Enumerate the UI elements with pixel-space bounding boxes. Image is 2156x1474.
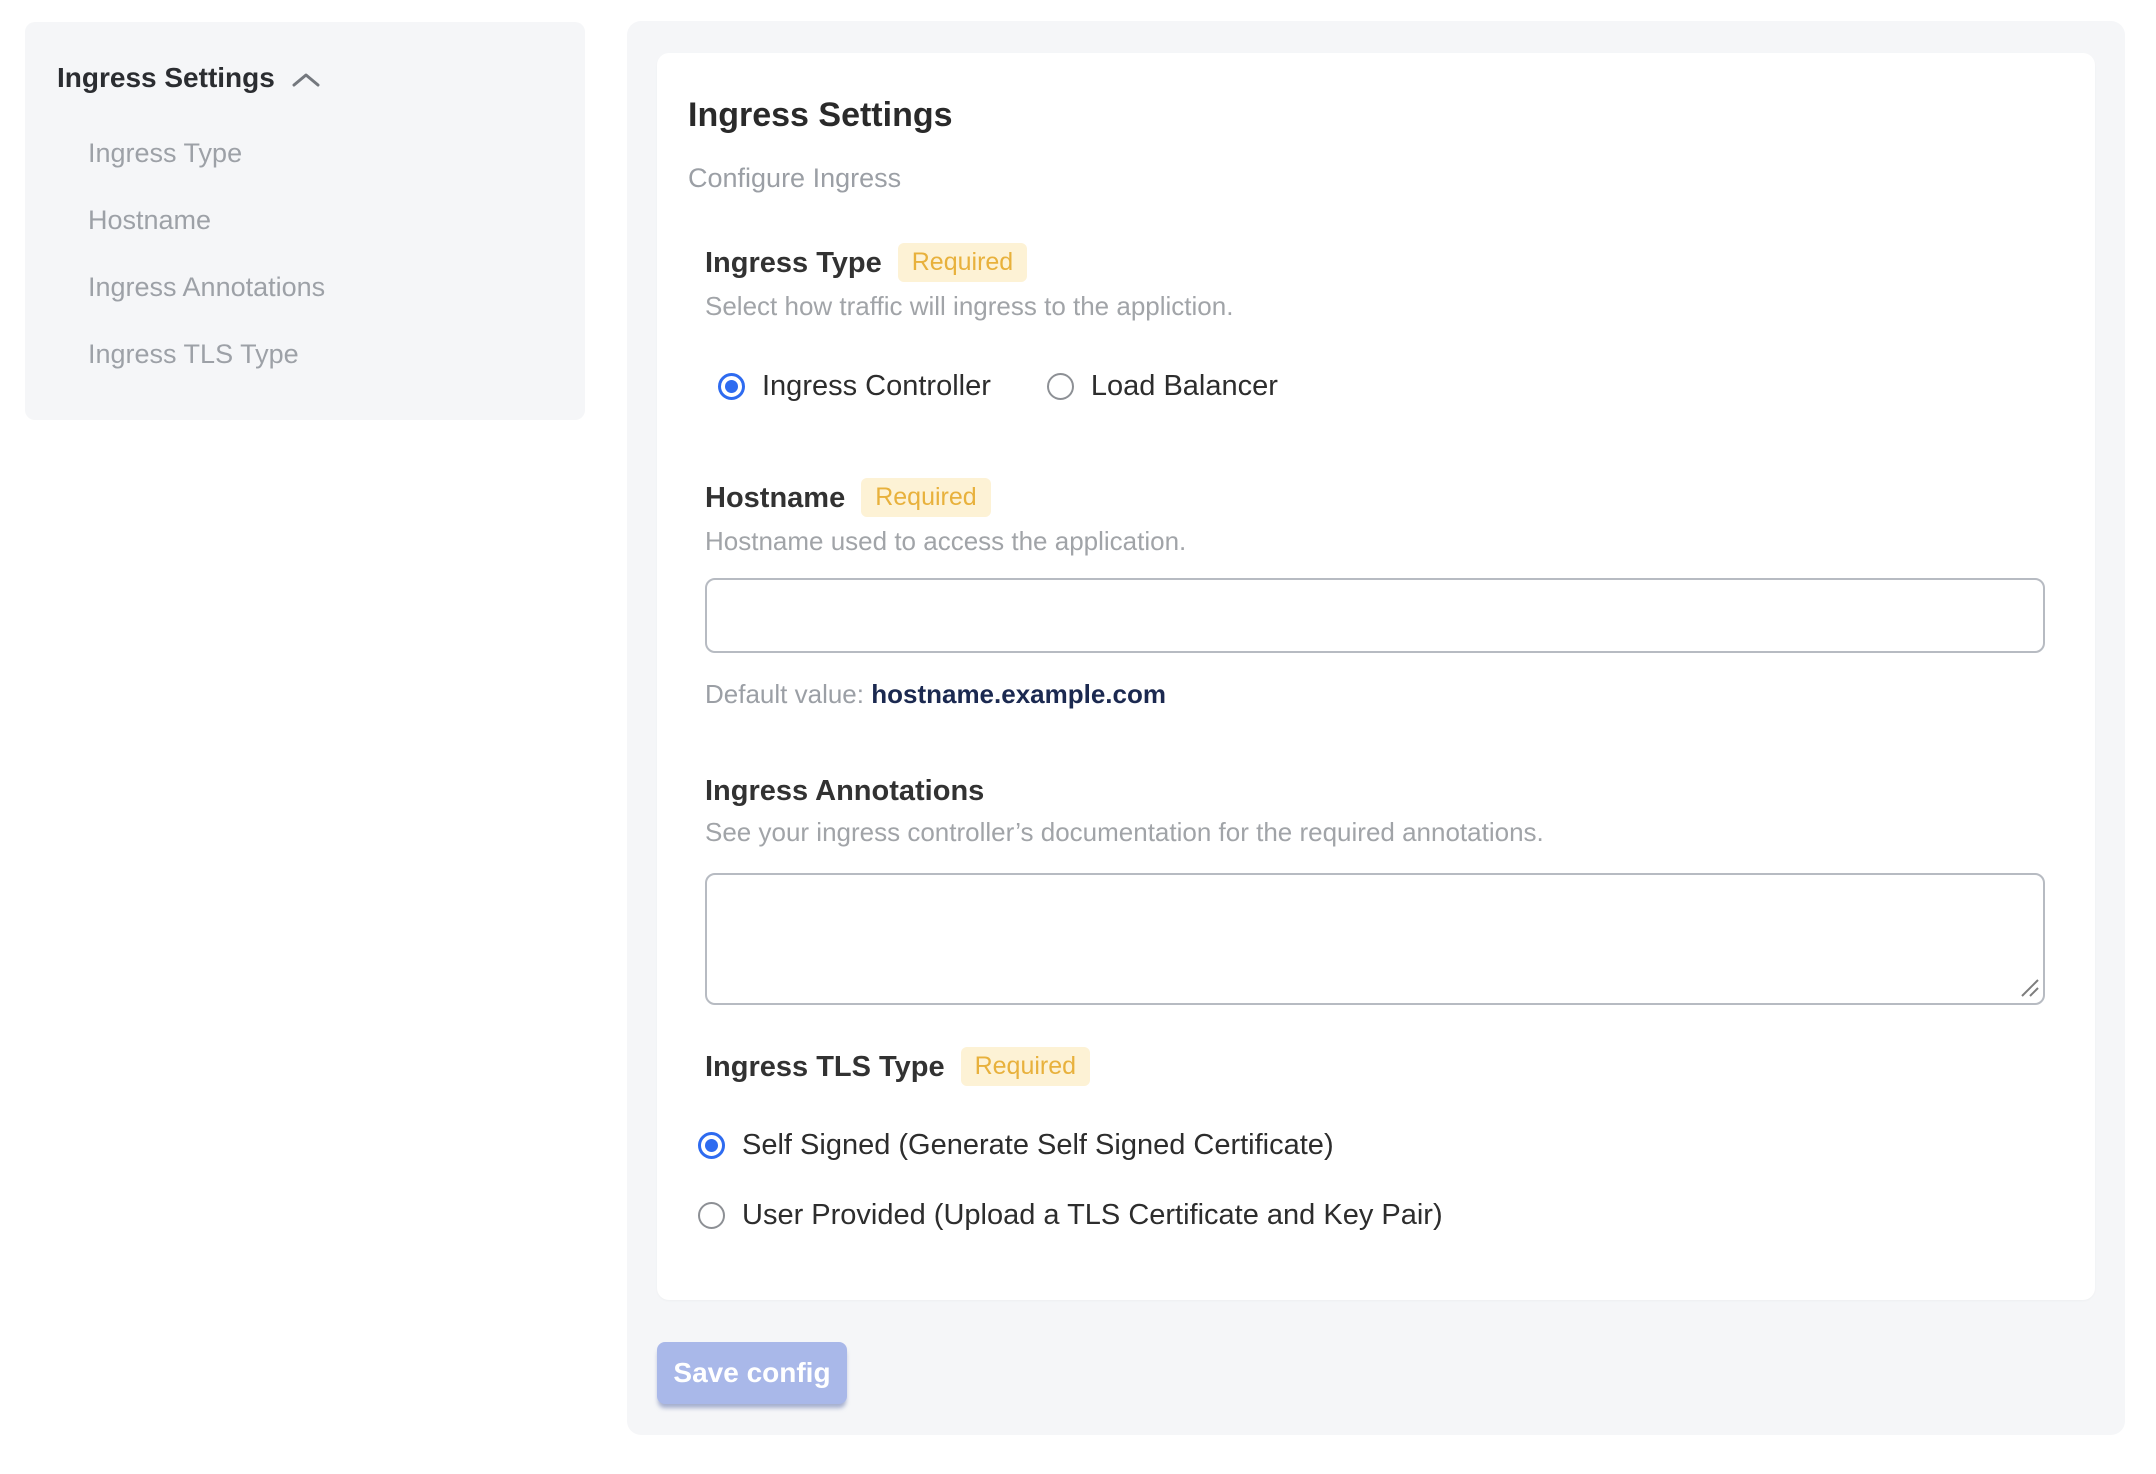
resize-handle-icon[interactable]: [2018, 976, 2040, 998]
radio-ingress-controller[interactable]: [718, 372, 745, 400]
page-subtitle: Configure Ingress: [688, 163, 902, 193]
sidebar-item-hostname[interactable]: Hostname: [88, 205, 557, 235]
ingress-tls-radio-group: Self Signed (Generate Self Signed Certif…: [698, 1128, 2048, 1232]
section-ingress-annotations-head: Ingress Annotations: [705, 774, 2048, 808]
radio-option-user-provided[interactable]: User Provided (Upload a TLS Certificate …: [698, 1198, 2048, 1232]
radio-load-balancer[interactable]: [1046, 372, 1074, 400]
radio-option-self-signed[interactable]: Self Signed (Generate Self Signed Certif…: [698, 1128, 2048, 1162]
ingress-annotations-field: [705, 873, 2045, 1005]
radio-label: User Provided (Upload a TLS Certificate …: [742, 1199, 1443, 1231]
required-badge: Required: [897, 243, 1028, 282]
sidebar: Ingress Settings Ingress Type Hostname I…: [25, 22, 585, 420]
section-ingress-type-head: Ingress Type Required: [705, 243, 2048, 282]
save-config-button[interactable]: Save config: [657, 1342, 847, 1404]
section-ingress-tls-type-label: Ingress TLS Type: [705, 1050, 945, 1083]
section-hostname-head: Hostname Required: [705, 478, 2048, 517]
radio-option-ingress-controller[interactable]: Ingress Controller: [718, 369, 991, 403]
section-hostname: Hostname Required Hostname used to acces…: [705, 478, 2048, 709]
ingress-annotations-textarea[interactable]: [705, 873, 2045, 1005]
sidebar-item-ingress-tls-type[interactable]: Ingress TLS Type: [88, 339, 557, 369]
radio-self-signed[interactable]: [698, 1131, 725, 1159]
radio-label: Load Balancer: [1090, 370, 1278, 402]
section-ingress-type: Ingress Type Required Select how traffic…: [705, 243, 2048, 403]
section-ingress-tls-type-head: Ingress TLS Type Required: [705, 1047, 2048, 1086]
section-ingress-annotations-label: Ingress Annotations: [705, 775, 985, 807]
section-ingress-type-label: Ingress Type: [705, 246, 882, 279]
settings-panel: Ingress Settings Configure Ingress Ingre…: [627, 21, 2125, 1435]
hostname-input[interactable]: [705, 578, 2045, 653]
section-hostname-label: Hostname: [705, 481, 846, 514]
hostname-default-line: Default value: hostname.example.com: [705, 679, 2048, 709]
section-ingress-annotations: Ingress Annotations See your ingress con…: [705, 774, 2048, 1005]
sidebar-item-ingress-type[interactable]: Ingress Type: [88, 138, 557, 168]
chevron-up-icon: [291, 71, 321, 89]
ingress-settings-card: Ingress Settings Configure Ingress Ingre…: [657, 53, 2095, 1300]
sidebar-section-title: Ingress Settings: [57, 62, 275, 93]
radio-option-load-balancer[interactable]: Load Balancer: [1046, 369, 1278, 403]
section-ingress-annotations-description: See your ingress controller’s documentat…: [705, 817, 1544, 847]
sidebar-item-list: Ingress Type Hostname Ingress Annotation…: [88, 138, 557, 369]
ingress-type-radio-group: Ingress Controller Load Balancer: [718, 369, 2048, 403]
section-ingress-type-description: Select how traffic will ingress to the a…: [705, 291, 1234, 321]
radio-user-provided[interactable]: [698, 1201, 725, 1229]
radio-label: Ingress Controller: [762, 370, 991, 402]
default-value-label: Default value:: [705, 679, 864, 709]
page-title: Ingress Settings: [688, 96, 953, 134]
default-value-text: hostname.example.com: [871, 679, 1166, 709]
section-hostname-description: Hostname used to access the application.: [705, 526, 1187, 556]
sidebar-section-toggle[interactable]: Ingress Settings: [57, 62, 321, 94]
radio-label: Self Signed (Generate Self Signed Certif…: [742, 1129, 1334, 1161]
section-ingress-tls-type: Ingress TLS Type Required Self Signed (G…: [698, 1047, 2048, 1232]
sidebar-item-ingress-annotations[interactable]: Ingress Annotations: [88, 272, 557, 302]
required-badge: Required: [861, 478, 991, 517]
required-badge: Required: [960, 1047, 1091, 1086]
